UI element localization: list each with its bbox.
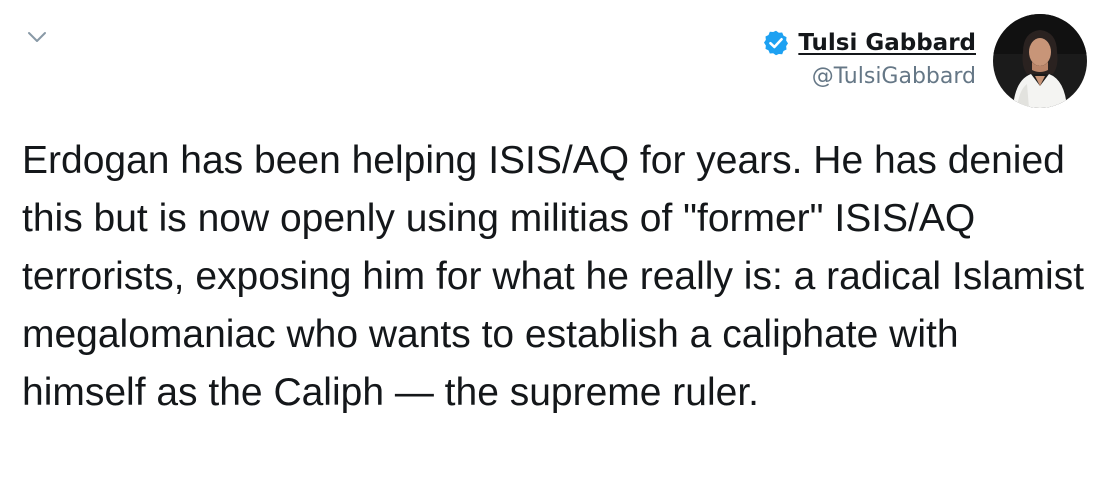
avatar[interactable] — [993, 14, 1087, 108]
author-display-name[interactable]: Tulsi Gabbard — [798, 30, 976, 56]
tweet-card: Tulsi Gabbard @TulsiGabbard Erdogan has … — [0, 0, 1102, 477]
chevron-down-icon[interactable] — [26, 26, 48, 48]
tweet-author: Tulsi Gabbard @TulsiGabbard — [762, 26, 976, 89]
tweet-text: Erdogan has been helping ISIS/AQ for yea… — [22, 139, 1085, 414]
verified-badge-icon — [762, 29, 790, 57]
author-name-row: Tulsi Gabbard — [762, 26, 976, 60]
author-handle[interactable]: @TulsiGabbard — [762, 64, 976, 89]
